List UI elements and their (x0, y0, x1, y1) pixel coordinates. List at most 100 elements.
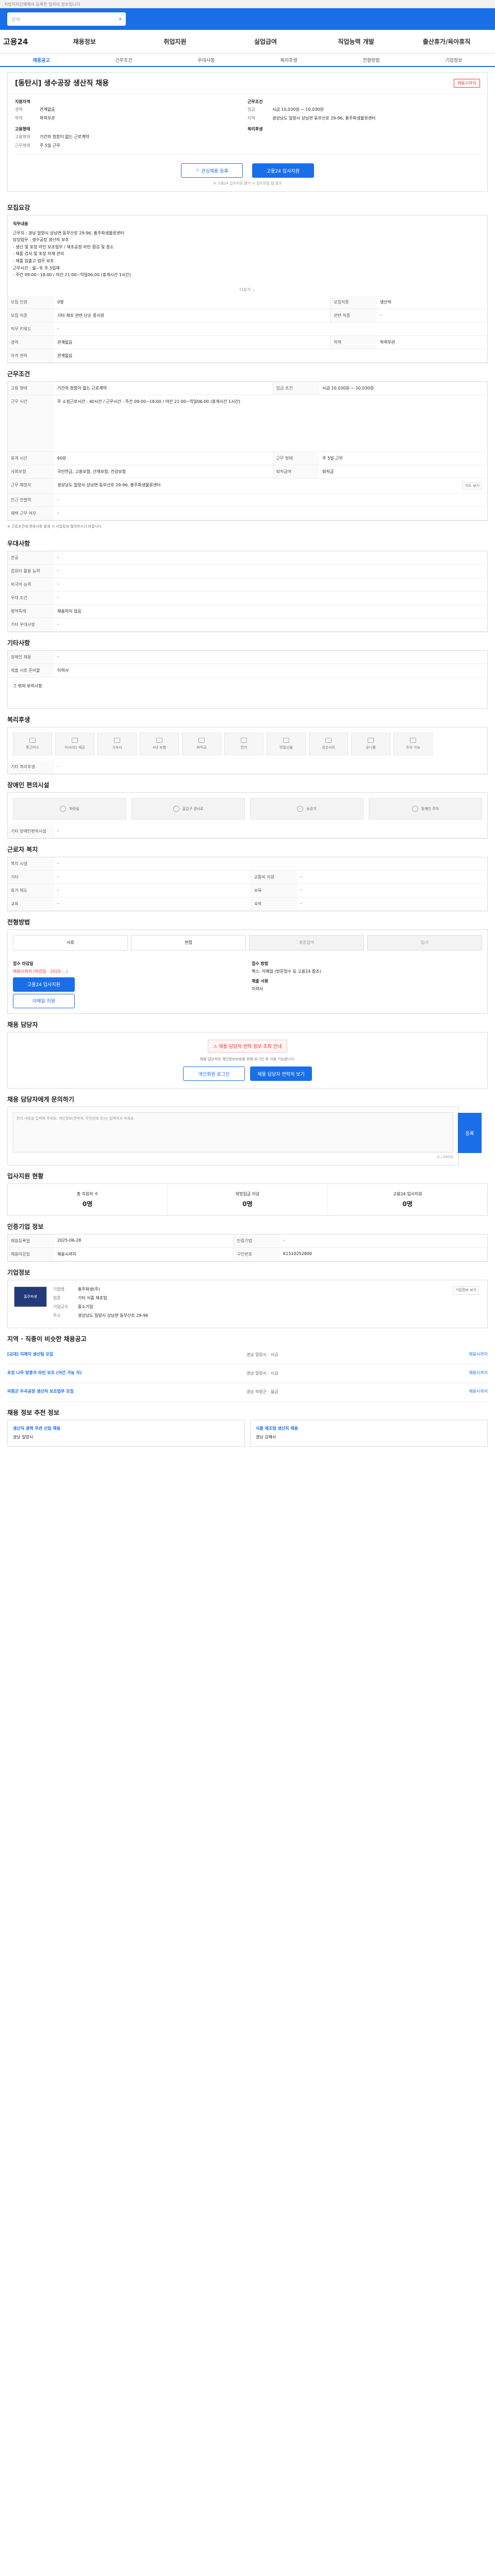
star-icon: ☆ (195, 168, 202, 173)
apply-label: 접수 마감일 (13, 961, 34, 966)
qa-textarea[interactable]: 문의 내용을 입력해 주세요. 개인정보(연락처, 주민번호 등)는 입력하지 … (13, 1112, 482, 1154)
selection-box: 서류 면접 최종합격 입사 접수 마감일 채용시까지 (마감일 : 2025-.… (7, 929, 488, 1014)
recommend-card[interactable]: 식품 제조업 생산직 채용 경남 김해시 (250, 1420, 488, 1447)
job-title: [동탄시] 생수공장 생산직 채용 (15, 79, 109, 88)
gnb-item[interactable]: 직업능력 개발 (311, 37, 402, 46)
table-row: 제출 서류 준비물 이력서 (8, 664, 487, 677)
section-title: 우대사항 (7, 539, 30, 547)
list-item[interactable]: [교대] 직제자 생산팀 모집 경남 밀양시 · 시급 채용시까지 (7, 1346, 488, 1365)
list-item[interactable]: 의령군 두곡공장 생산직 보조업무 모집 경남 의령군 · 월급 채용시까지 (7, 1383, 488, 1402)
job-summary: [동탄시] 생수공장 생산직 채용 채용시까지 지원자격 경력 관계없음 학력 학력… (7, 72, 488, 192)
duty-line: - 주간 09:00~18:00 / 야간 21:00~익일06:00 (휴게시… (13, 273, 131, 278)
table-row: 채용등록일 2025-06-28 인증기업 - (8, 1234, 487, 1248)
contact-warning: ⚠ 채용 담당자 연락 정보 조회 안내 (207, 1039, 288, 1053)
table-row: 근무 시간 주 소정근로시간 : 40시간 / 근무시간 : 주간 09:00~1… (8, 395, 487, 452)
map-button[interactable]: 지도 보기 (463, 482, 482, 489)
table-row: 경력 관계없음 학력 학력무관 (8, 335, 487, 349)
section-title: 복리후생 (7, 716, 30, 723)
global-nav: 고용24 채용정보 취업지원 실업급여 직업능력 개발 출산휴가/육아휴직 (0, 30, 495, 54)
kv-key: 임금 (248, 107, 255, 112)
tab-recruit[interactable]: 채용공고 (0, 57, 82, 63)
table-row: 모집 직종 기타 제조 관련 단순 종사원 관련 직종 - (8, 309, 487, 323)
tab-company[interactable]: 기업정보 (412, 57, 495, 63)
gnb-item[interactable]: 채용정보 (39, 37, 130, 46)
toilet-icon (60, 805, 67, 812)
more-button[interactable]: 더보기 ⌄ (8, 284, 487, 296)
table-row: 기타 - 교통비 지원 - (8, 870, 487, 884)
deadline-badge: 채용시까지 (454, 78, 480, 88)
qa-submit-button[interactable]: 등록 (458, 1113, 482, 1154)
welfare-tile: 통근버스 (13, 732, 52, 755)
section-title: 기타사항 (7, 639, 30, 647)
interest-label: 관심채용 등록 (201, 168, 228, 174)
interest-button[interactable]: ☆ 관심채용 등록 (181, 163, 243, 178)
stat-item: 고용24 입사지원 0명 (327, 1184, 487, 1216)
tab-welfare[interactable]: 복리후생 (248, 57, 330, 63)
kv-key: 경력 (15, 107, 23, 112)
method-label: 접수 방법 (252, 961, 269, 966)
contact-view-button[interactable]: 채용 담당자 연락처 보기 (250, 1066, 312, 1081)
etc-box: 장애인 채용 - 제출 서류 준비물 이력서 그 밖의 유의사항 (7, 650, 488, 709)
section-title: 근무조건 (7, 370, 30, 378)
stat-item: 희망임금 이상 0명 (167, 1184, 327, 1216)
section-title: 근로자 복지 (7, 845, 38, 853)
welfare-tile: 퇴직금 (182, 732, 221, 755)
gnb-item[interactable]: 실업급여 (220, 37, 311, 46)
recruit-table: 모집 인원 0명 모집직종 생산직 모집 직종 기타 제조 관련 단순 종사원 관련 직종… (8, 295, 487, 363)
qa-box: 문의 내용을 입력해 주세요. 개인정보(연락처, 주민번호 등)는 입력하지 … (7, 1107, 482, 1166)
kv-key: 지역 (248, 116, 255, 121)
table-row: 직무 키워드 - (8, 322, 487, 336)
welfare-tile: 연차 (224, 732, 263, 755)
section-title: 채용 담당자 (7, 1021, 38, 1028)
method-value: 팩스, 이메일 (방문접수 등 고용24 참조) (252, 969, 321, 974)
gift-icon (283, 737, 289, 743)
search-box[interactable]: 검색 ⌕ (7, 12, 126, 26)
tab-prefer[interactable]: 우대사항 (165, 57, 248, 63)
money-icon (199, 737, 205, 743)
welfare-box: 통근버스 식사(비) 제공 기숙사 4대 보험 퇴직금 연차 명절선물 경조사비… (7, 726, 488, 774)
recommend-card[interactable]: 생산직 경력 무관 신입 채용 경남 밀양시 (7, 1420, 245, 1447)
welfare-tile: 기숙사 (97, 732, 137, 755)
company-box: 홍주파생 기업명 홍주파생(주) 업종 기타 식품 제조업 기업규모 중소기업 주소 경… (7, 1280, 488, 1329)
step: 서류 (13, 935, 128, 951)
duty-label: 직무내용 (13, 222, 28, 226)
disability-box: 화장실 출입구 경사로 승강기 장애인 주차 기타 장애인편의시설 - (7, 792, 488, 839)
section-title: 기업정보 (7, 1269, 30, 1277)
shirt-icon (368, 737, 374, 743)
table-row: 컴퓨터 활용 능력 - (8, 564, 487, 578)
gnb-item[interactable]: 출산휴가/육아휴직 (401, 37, 492, 46)
welfare-tile: 명절선물 (267, 732, 306, 755)
list-item[interactable]: 포장 나무 방풍자 라인 보조 (야간 가능 자) 경남 밀양시 · 시급 채용… (7, 1365, 488, 1384)
prefer-box: 전공 - 컴퓨터 활용 능력 - 외국어 능력 - 우대 조건 - 병역특례 채용하지 않… (7, 550, 488, 632)
meal-icon (72, 737, 78, 743)
section-title: 모집요강 (7, 204, 30, 211)
search-icon[interactable]: ⌕ (119, 16, 122, 22)
cond-label: 근무조건 (248, 99, 263, 104)
table-row: 병역특례 채용하지 않음 (8, 604, 487, 618)
email-apply-button[interactable]: 이메일 지원 (13, 993, 75, 1008)
bus-icon (29, 737, 36, 743)
table-row: 고용 형태 기간의 정함이 없는 근로계약 임금 조건 시급 10,030원 ~ 10… (8, 381, 487, 395)
tab-work[interactable]: 근무조건 (82, 57, 165, 63)
section-title: 전형방법 (7, 918, 30, 926)
site-logo[interactable]: 고용24 (3, 36, 39, 47)
contact-desc: 채용 담당자의 개인정보보호를 위해 로그인 후 이용 가능합니다. (200, 1057, 295, 1061)
kv-key: 학력 (15, 116, 23, 121)
company-info-button[interactable]: 기업정보 보기 (453, 1286, 479, 1295)
table-row: 기타 장애인편의시설 - (8, 824, 487, 838)
table-row: 사회보험 국민연금, 고용보험, 산재보험, 건강보험 퇴직급여 퇴직금 (8, 465, 487, 479)
facility-tile: 장애인 주차 (369, 798, 482, 820)
table-row: 장애인 채용 - (8, 650, 487, 664)
section-tabs: 채용공고 근무조건 우대사항 복리후생 전형방법 기업정보 (0, 54, 495, 67)
welfare-tile: 경조사비 (309, 732, 348, 755)
gnb-item[interactable]: 취업지원 (130, 37, 221, 46)
login-button[interactable]: 개인회원 로그인 (183, 1066, 245, 1081)
cta-note: ※ 고용24 입사지원 불가 시 접수방법 탭 참조 (213, 181, 282, 185)
welfare-tile: 유니폼 (351, 732, 390, 755)
apply-button[interactable]: 고용24 입사지원 (252, 163, 314, 178)
table-row: 복지 시설 - (8, 857, 487, 871)
step: 면접 (131, 935, 246, 951)
tab-selection[interactable]: 전형방법 (330, 57, 412, 63)
work-box: 고용 형태 기간의 정함이 없는 근로계약 임금 조건 시급 10,030원 ~ 10… (7, 381, 488, 521)
apply-button-2[interactable]: 고용24 입사지원 (13, 977, 75, 992)
